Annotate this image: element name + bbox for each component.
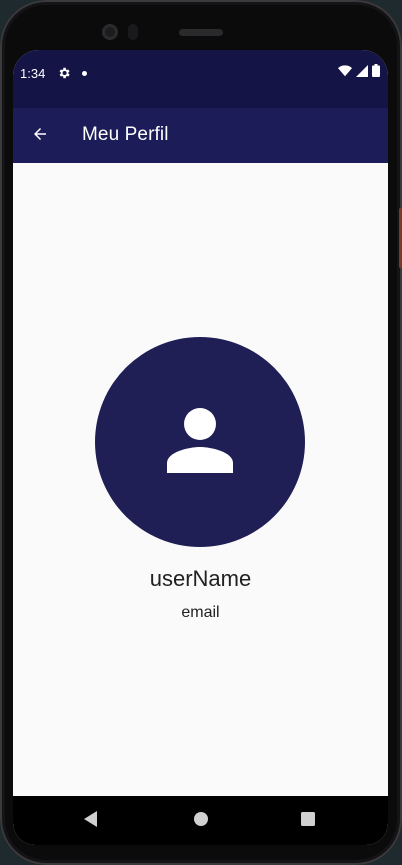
app-bar: Meu Perfil [13, 108, 388, 163]
earpiece-speaker [179, 29, 223, 36]
status-time: 1:34 [20, 66, 46, 81]
notification-dot-icon [82, 71, 87, 76]
username: userName [149, 566, 252, 591]
system-nav-bar [13, 796, 388, 845]
wifi-icon [338, 64, 352, 82]
back-button[interactable] [25, 121, 55, 151]
nav-back-button[interactable] [78, 808, 104, 834]
status-bar: 1:34 [13, 50, 388, 108]
phone-frame: 1:34 Meu Perfil userName email [0, 0, 402, 865]
nav-recents-button[interactable] [295, 808, 321, 834]
nav-home-button[interactable] [188, 808, 214, 834]
profile-content: userName email [13, 163, 388, 796]
signal-icon [356, 64, 368, 82]
page-title: Meu Perfil [82, 124, 169, 145]
person-icon [167, 407, 233, 478]
avatar[interactable] [95, 337, 305, 547]
email: email [181, 604, 220, 621]
screen: 1:34 Meu Perfil userName email [13, 50, 388, 845]
status-icons [338, 64, 380, 82]
battery-icon [372, 64, 380, 82]
front-camera [102, 24, 118, 40]
back-triangle-icon [84, 810, 98, 832]
gear-icon [57, 66, 71, 80]
home-circle-icon [193, 811, 209, 832]
recents-square-icon [301, 811, 315, 831]
sensor [128, 24, 138, 40]
arrow-back-icon [31, 125, 49, 148]
